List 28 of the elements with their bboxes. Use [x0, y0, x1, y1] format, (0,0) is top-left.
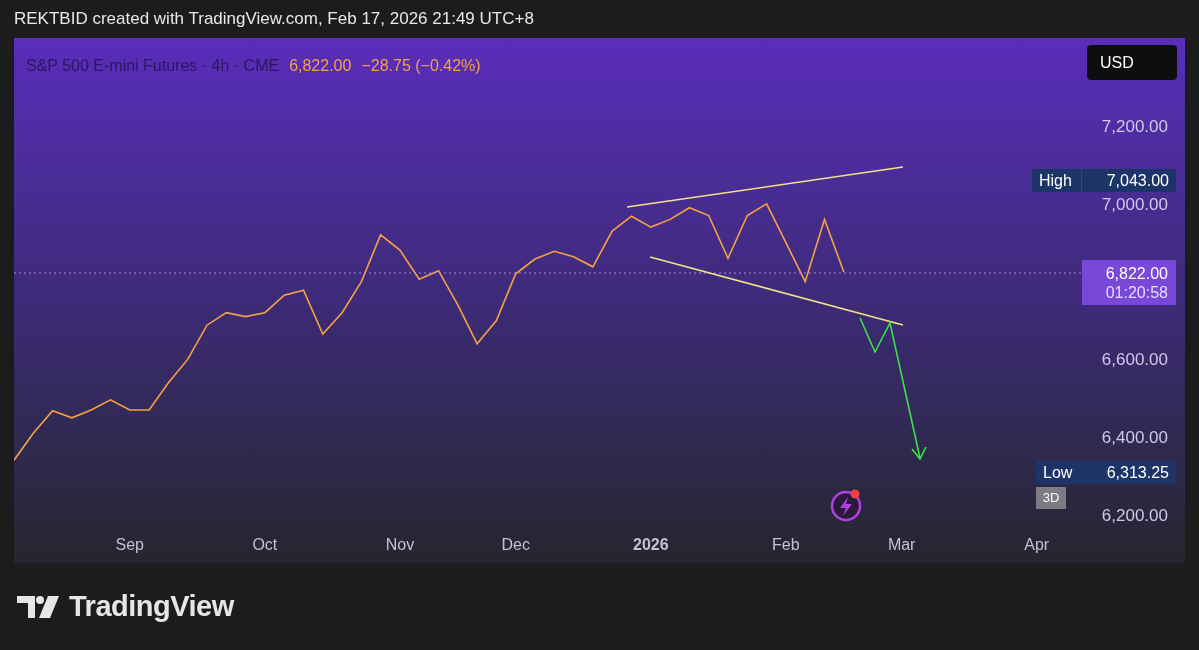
price-axis-label: 6,200.00: [1101, 506, 1168, 525]
currency-button[interactable]: USD: [1087, 45, 1177, 80]
logo-icon: [17, 593, 61, 620]
time-axis-label: 2026: [633, 536, 669, 553]
time-axis-label: Nov: [385, 536, 415, 553]
price-axis-label: 6,600.00: [1101, 350, 1168, 370]
low-label: Low: [1043, 462, 1073, 483]
high-value: 7,043.00: [1105, 170, 1170, 191]
symbol-label: S&P 500 E-mini Futures · 4h · CME: [26, 56, 280, 76]
low-value: 6,313.25: [1106, 462, 1169, 483]
price-axis-label: 7,000.00: [1101, 194, 1168, 214]
range-badge: 3D: [1036, 487, 1066, 509]
chart-caption: REKTBID created with TradingView.com, Feb 17, 2026 21:49 UTC+8: [14, 8, 534, 31]
time-axis-label: Feb: [772, 536, 800, 553]
price-axis-label: 6,400.00: [1101, 428, 1168, 448]
bar-countdown: 01:20:58: [1105, 282, 1168, 302]
brand-name: TradingView: [69, 588, 234, 624]
time-axis-label: Dec: [501, 536, 530, 553]
last-price: 6,822.00: [1105, 263, 1168, 283]
lightning-icon: [830, 489, 862, 522]
time-axis-label: Apr: [1024, 536, 1050, 553]
time-axis-label: Oct: [252, 536, 278, 553]
price-axis-label: 7,200.00: [1101, 117, 1168, 136]
time-axis-label: Sep: [115, 536, 144, 553]
high-label: High: [1032, 168, 1082, 193]
price-value: 6,822.00: [289, 56, 352, 76]
price-change: −28.75 (−0.42%): [361, 56, 481, 76]
time-axis-label: Mar: [887, 536, 916, 553]
